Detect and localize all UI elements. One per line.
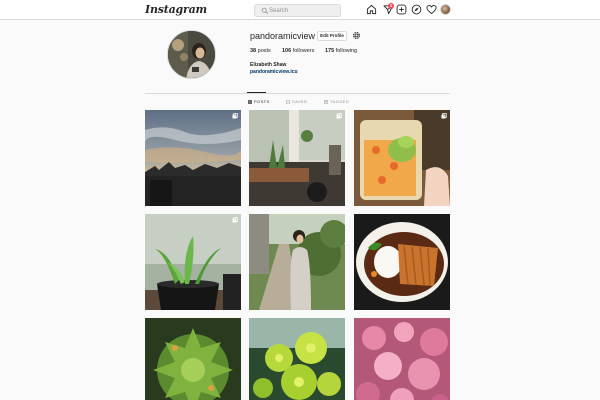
post-tile-sunset[interactable] — [145, 110, 241, 206]
post-tile-succulent[interactable] — [145, 318, 241, 400]
edit-profile-button[interactable]: Edit Profile — [317, 31, 347, 41]
tagged-person-icon — [324, 99, 328, 104]
activity-heart-icon[interactable] — [426, 4, 437, 15]
posts-label: posts — [257, 48, 271, 54]
tab-saved-label: SAVED — [292, 99, 308, 104]
post-tile-garden-path[interactable] — [249, 214, 345, 310]
followers-label: followers — [292, 48, 315, 54]
tab-posts-label: POSTS — [254, 99, 270, 104]
post-tile-matcha-dessert[interactable] — [354, 110, 450, 206]
following-stat[interactable]: 175 following — [325, 48, 357, 55]
followers-count: 106 — [282, 48, 292, 54]
notification-badge: 1 — [388, 3, 394, 9]
post-tile-seedlings[interactable] — [145, 214, 241, 310]
top-navigation-bar: Instagram Search 1 — [0, 0, 600, 20]
new-post-icon[interactable] — [396, 4, 407, 15]
tab-saved[interactable]: SAVED — [286, 99, 307, 105]
instagram-logo[interactable]: Instagram — [145, 3, 207, 16]
search-placeholder: Search — [269, 8, 289, 14]
posts-count: 38 — [250, 48, 257, 54]
profile-username: pandoramicview — [250, 31, 316, 41]
post-tile-windowsill[interactable] — [249, 110, 345, 206]
explore-icon[interactable] — [411, 4, 422, 15]
following-count: 175 — [325, 48, 335, 54]
grid-icon — [248, 99, 252, 104]
search-icon — [261, 7, 269, 15]
multi-photo-icon — [336, 113, 342, 119]
profile-full-name: Elizabeth Shaw — [250, 62, 287, 68]
multi-photo-icon — [232, 217, 238, 223]
post-tile-euphorbia[interactable] — [249, 318, 345, 400]
profile-photo — [168, 31, 215, 78]
post-tile-pink-blossoms[interactable] — [354, 318, 450, 400]
tab-tagged-label: TAGGED — [330, 99, 349, 104]
bookmark-icon — [286, 99, 290, 104]
tabs-divider — [145, 93, 450, 94]
profile-avatar-button[interactable] — [440, 4, 451, 15]
profile-avatar[interactable] — [167, 30, 216, 79]
tab-tagged[interactable]: TAGGED — [324, 99, 349, 105]
home-icon[interactable] — [366, 4, 377, 15]
active-tab-indicator — [247, 92, 266, 93]
search-input[interactable]: Search — [254, 4, 341, 17]
multi-photo-icon — [441, 113, 447, 119]
gear-icon[interactable] — [352, 31, 361, 40]
posts-stat: 38 posts — [250, 48, 271, 55]
post-tile-katsu-curry[interactable] — [354, 214, 450, 310]
tab-posts[interactable]: POSTS — [248, 99, 270, 105]
following-label: following — [335, 48, 358, 54]
multi-photo-icon — [232, 113, 238, 119]
followers-stat[interactable]: 106 followers — [282, 48, 314, 55]
profile-website-link[interactable]: pandoramicview.icu — [250, 69, 298, 75]
